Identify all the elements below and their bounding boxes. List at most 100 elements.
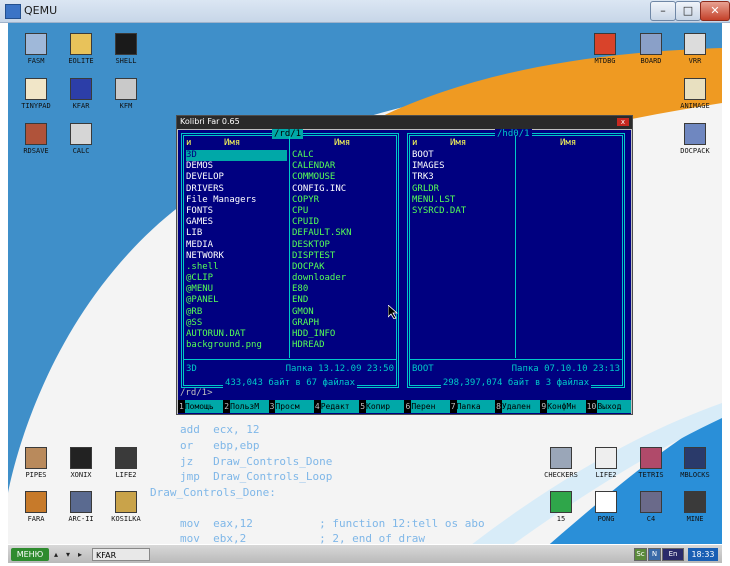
- right-panel[interactable]: /hd0/1 и Имя Имя BOOT IMAGES TRK3 GRLDR MENU…: [407, 129, 625, 388]
- command-line[interactable]: /rd/1>: [180, 388, 213, 399]
- file-entry[interactable]: CALC: [292, 150, 396, 161]
- file-entry[interactable]: @CLIP: [186, 273, 287, 284]
- file-entry[interactable]: FONTS: [186, 206, 287, 217]
- function-key-7[interactable]: 7 Папка: [450, 400, 496, 413]
- file-entry[interactable]: 3D: [186, 150, 287, 162]
- desktop-icon-life2[interactable]: LIFE2: [103, 447, 149, 480]
- desktop-icon-kfm[interactable]: KFM: [103, 78, 149, 111]
- file-entry[interactable]: DEVELOP: [186, 172, 287, 183]
- desktop-icon-rdsave[interactable]: RDSAVE: [13, 123, 59, 156]
- file-entry[interactable]: File Managers: [186, 195, 287, 206]
- file-entry[interactable]: CALENDAR: [292, 161, 396, 172]
- file-entry[interactable]: DESKTOP: [292, 240, 396, 251]
- desktop-icon-vrr[interactable]: VRR: [672, 33, 718, 66]
- file-entry[interactable]: BOOT: [412, 150, 513, 161]
- desktop-icon-c4[interactable]: C4: [628, 491, 674, 524]
- tray-sc[interactable]: Sc: [634, 548, 647, 561]
- tray-n[interactable]: N: [648, 548, 661, 561]
- desktop-icon-shell[interactable]: SHELL: [103, 33, 149, 66]
- file-entry[interactable]: GRAPH: [292, 318, 396, 329]
- file-entry[interactable]: SYSRCD.DAT: [412, 206, 513, 217]
- file-entry[interactable]: CPU: [292, 206, 396, 217]
- file-entry[interactable]: AUTORUN.DAT: [186, 329, 287, 340]
- desktop-icon-fara[interactable]: FARA: [13, 491, 59, 524]
- file-entry[interactable]: DOCPAK: [292, 262, 396, 273]
- function-key-5[interactable]: 5 Копир: [359, 400, 405, 413]
- desktop-icon-label: KFAR: [72, 102, 90, 110]
- left-panel[interactable]: /rd/1 и Имя Имя 3D DEMOS DEVELOP DRIVERS Fil…: [181, 129, 399, 388]
- file-entry[interactable]: COPYR: [292, 195, 396, 206]
- function-key-4[interactable]: 4 Редакт: [314, 400, 360, 413]
- file-entry[interactable]: E80: [292, 284, 396, 295]
- desktop-icon-mtdbg[interactable]: MTDBG: [582, 33, 628, 66]
- desktop-icon-eolite[interactable]: EOLITE: [58, 33, 104, 66]
- minimize-button[interactable]: –: [650, 1, 676, 21]
- file-entry[interactable]: @SS: [186, 318, 287, 329]
- desktop-icon-board[interactable]: BOARD: [628, 33, 674, 66]
- file-entry[interactable]: COMMOUSE: [292, 172, 396, 183]
- desktop-icon-tetris[interactable]: TETRIS: [628, 447, 674, 480]
- function-key-6[interactable]: 6 Перен: [404, 400, 450, 413]
- file-entry[interactable]: END: [292, 295, 396, 306]
- desktop-icon-tinypad[interactable]: TINYPAD: [13, 78, 59, 111]
- pong-icon: [595, 491, 617, 513]
- file-entry[interactable]: GMON: [292, 307, 396, 318]
- kfar-titlebar[interactable]: Kolibri Far 0.65 x: [177, 116, 632, 129]
- file-entry[interactable]: CPUID: [292, 217, 396, 228]
- file-entry[interactable]: DRIVERS: [186, 184, 287, 195]
- desktop-icon-kosilka[interactable]: KOSILKA: [103, 491, 149, 524]
- scroll-up-icon[interactable]: ▴: [54, 549, 58, 560]
- desktop-icon-life2b[interactable]: LIFE2: [583, 447, 629, 480]
- desktop-icon-mblocks[interactable]: MBLOCKS: [672, 447, 718, 480]
- desktop-icon-pipes[interactable]: PIPES: [13, 447, 59, 480]
- function-key-1[interactable]: 1 Помощь: [178, 400, 224, 413]
- desktop-icon-kfar[interactable]: KFAR: [58, 78, 104, 111]
- file-entry[interactable]: DISPTEST: [292, 251, 396, 262]
- file-entry[interactable]: downloader: [292, 273, 396, 284]
- file-entry[interactable]: CONFIG.INC: [292, 184, 396, 195]
- file-entry[interactable]: @RB: [186, 307, 287, 318]
- c4-icon: [640, 491, 662, 513]
- function-key-3[interactable]: 3 Просм: [269, 400, 314, 413]
- right-panel-path: /hd0/1: [495, 129, 532, 139]
- file-entry[interactable]: NETWORK: [186, 251, 287, 262]
- function-key-9[interactable]: 9 КонфМн: [540, 400, 586, 413]
- desktop-icon-fifteen[interactable]: 15: [538, 491, 584, 524]
- file-entry[interactable]: IMAGES: [412, 161, 513, 172]
- desktop-icon-animage[interactable]: ANIMAGE: [672, 78, 718, 111]
- function-key-8[interactable]: 8 Удален: [495, 400, 541, 413]
- file-entry[interactable]: GAMES: [186, 217, 287, 228]
- function-key-10[interactable]: 10 Выход: [586, 400, 631, 413]
- file-entry[interactable]: background.png: [186, 340, 287, 351]
- file-entry[interactable]: @MENU: [186, 284, 287, 295]
- file-entry[interactable]: GRLDR: [412, 184, 513, 195]
- tray-language[interactable]: En: [662, 548, 684, 561]
- kfar-close-button[interactable]: x: [617, 118, 629, 126]
- desktop-icon-checkers[interactable]: CHECKERS: [538, 447, 584, 480]
- desktop-icon-arcanii[interactable]: ARC-II: [58, 491, 104, 524]
- file-entry[interactable]: TRK3: [412, 172, 513, 183]
- maximize-button[interactable]: □: [675, 1, 701, 21]
- tetris-icon: [640, 447, 662, 469]
- file-entry[interactable]: HDD_INFO: [292, 329, 396, 340]
- file-entry[interactable]: MENU.LST: [412, 195, 513, 206]
- desktop-icon-pong[interactable]: PONG: [583, 491, 629, 524]
- file-entry[interactable]: @PANEL: [186, 295, 287, 306]
- close-button[interactable]: ✕: [700, 1, 730, 21]
- function-key-2[interactable]: 2 ПользМ: [223, 400, 269, 413]
- file-entry[interactable]: MEDIA: [186, 240, 287, 251]
- desktop-icon-calc[interactable]: CALC: [58, 123, 104, 156]
- fasm-icon: [25, 33, 47, 55]
- desktop-icon-xonix[interactable]: XONIX: [58, 447, 104, 480]
- file-entry[interactable]: HDREAD: [292, 340, 396, 351]
- desktop-icon-mine[interactable]: MINE: [672, 491, 718, 524]
- desktop-icon-docpack[interactable]: DOCPACK: [672, 123, 718, 156]
- file-entry[interactable]: DEMOS: [186, 161, 287, 172]
- start-menu-button[interactable]: МЕНЮ: [11, 548, 49, 561]
- file-entry[interactable]: .shell: [186, 262, 287, 273]
- task-button-kfar[interactable]: KFAR: [92, 548, 150, 561]
- desktop-icon-fasm[interactable]: FASM: [13, 33, 59, 66]
- file-entry[interactable]: LIB: [186, 228, 287, 239]
- file-entry[interactable]: DEFAULT.SKN: [292, 228, 396, 239]
- scroll-down-icon[interactable]: ▾: [66, 549, 70, 560]
